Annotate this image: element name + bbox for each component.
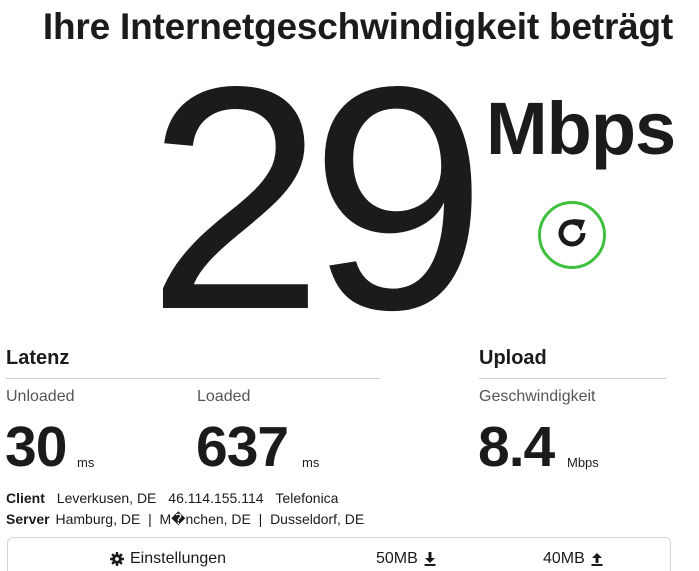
upload-speed-unit: Mbps [567,455,599,470]
loaded-latency-label: Loaded [197,388,251,405]
server-label: Server [6,511,50,527]
settings-button[interactable]: Einstellungen [110,550,226,568]
latency-divider [6,378,380,379]
speedtest-page: Ihre Internetgeschwindigkeit beträgt 29 … [0,0,699,571]
client-location: Leverkusen, DE [56,490,157,506]
client-ip: 46.114.155.114 [168,490,264,506]
client-label: Client [6,490,45,506]
settings-bar: Einstellungen 50MB 40MB [7,537,671,571]
client-info: Client Leverkusen, DE 46.114.155.114 Tel… [6,490,338,506]
refresh-button[interactable] [538,201,606,269]
download-size-label: 50MB [376,550,418,567]
gear-icon [110,552,124,566]
server-info: Server Hamburg, DE | M�nchen, DE | Dusse… [6,511,364,528]
upload-speed-label: Geschwindigkeit [479,388,596,405]
server-locations: Hamburg, DE | M�nchen, DE | Dusseldorf, … [55,511,365,527]
upload-title: Upload [479,347,547,369]
download-speed-units: Mbps [486,87,676,170]
unloaded-latency-unit: ms [77,455,95,470]
loaded-latency-value: 637 [196,415,289,479]
upload-size-label: 40MB [543,550,585,567]
loaded-latency-unit: ms [302,455,320,470]
upload-speed-value: 8.4 [478,415,555,479]
latency-title: Latenz [6,347,70,369]
upload-divider [479,378,666,379]
client-isp: Telefonica [275,490,339,506]
upload-size-selector[interactable]: 40MB [543,550,603,568]
upload-arrow-icon [591,552,603,566]
settings-label: Einstellungen [130,550,227,567]
unloaded-latency-value: 30 [5,415,67,479]
download-arrow-icon [424,552,436,566]
download-speed-value: 29 [147,21,487,376]
download-size-selector[interactable]: 50MB [376,550,436,568]
refresh-icon [554,215,590,256]
unloaded-latency-label: Unloaded [6,388,75,405]
